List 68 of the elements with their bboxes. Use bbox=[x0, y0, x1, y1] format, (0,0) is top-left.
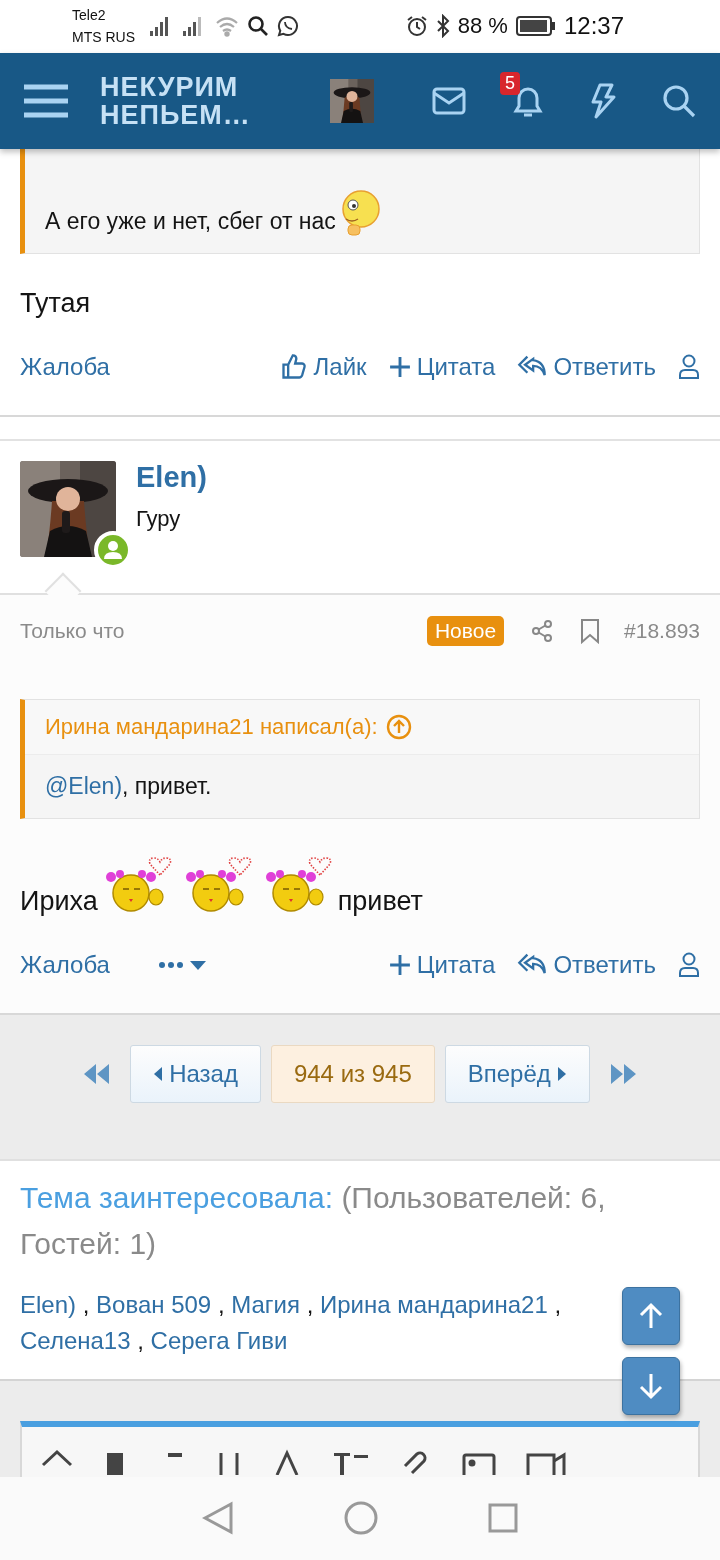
quote-link[interactable]: Цитата bbox=[388, 353, 496, 382]
author-name[interactable]: Elen) bbox=[136, 461, 207, 495]
user-link[interactable]: Ирина мандарина21 bbox=[320, 1290, 548, 1318]
battery-percent: 88 % bbox=[457, 13, 508, 40]
menu-icon[interactable] bbox=[24, 83, 68, 119]
user-link[interactable]: Вован 509 bbox=[96, 1290, 212, 1318]
post-time: Только что bbox=[20, 619, 125, 644]
search-icon bbox=[247, 15, 269, 38]
like-link[interactable]: Лайк bbox=[279, 353, 367, 382]
previous-page-button[interactable]: Назад bbox=[130, 1044, 261, 1103]
last-page-icon[interactable] bbox=[609, 1062, 638, 1085]
quote-link[interactable]: Цитата bbox=[388, 951, 496, 980]
current-page-button[interactable]: 944 из 945 bbox=[270, 1044, 435, 1103]
body-text: , привет. bbox=[122, 773, 212, 800]
plus-icon bbox=[388, 954, 411, 977]
recent-apps-icon[interactable] bbox=[488, 1503, 518, 1534]
arrow-up-icon bbox=[638, 1302, 664, 1330]
share-icon[interactable] bbox=[530, 619, 555, 644]
user-link[interactable]: Магия bbox=[231, 1290, 300, 1318]
user-icon[interactable] bbox=[678, 354, 700, 381]
mail-icon[interactable] bbox=[432, 87, 466, 115]
next-page-button[interactable]: Вперёд bbox=[444, 1044, 590, 1103]
new-badge: Новое bbox=[426, 616, 505, 647]
clock-time: 12:37 bbox=[563, 12, 624, 41]
body-text: А его уже и нет, сбег от нас bbox=[45, 208, 336, 235]
user-link[interactable]: Серега Гиви bbox=[150, 1326, 288, 1354]
back-icon[interactable] bbox=[202, 1501, 234, 1536]
home-icon[interactable] bbox=[344, 1501, 378, 1536]
thumbs-up-icon bbox=[279, 353, 308, 382]
interest-summary: Тема заинтересовала: (Пользователей: 6, Гостей: 1) bbox=[20, 1179, 607, 1262]
user-link[interactable]: Elen) bbox=[20, 1290, 77, 1318]
bookmark-icon[interactable] bbox=[580, 618, 601, 645]
first-page-icon[interactable] bbox=[82, 1062, 111, 1085]
post-number-link[interactable]: #18.893 bbox=[624, 619, 700, 644]
carrier-name: MTS RUS bbox=[72, 28, 135, 48]
bluetooth-icon bbox=[435, 14, 450, 39]
report-link[interactable]: Жалоба bbox=[20, 353, 110, 382]
caret-right-icon bbox=[556, 1065, 567, 1082]
signal-icon bbox=[149, 15, 171, 38]
separator-comma: , bbox=[217, 1290, 225, 1318]
mention-link[interactable]: @Elen) bbox=[45, 773, 123, 800]
report-link[interactable]: Жалоба bbox=[20, 951, 110, 980]
body-text: привет bbox=[337, 886, 423, 918]
separator-comma: , bbox=[82, 1290, 90, 1318]
site-logo[interactable]: НЕКУРИМ НЕПЬЕМ… bbox=[100, 73, 251, 129]
wifi-icon bbox=[215, 15, 239, 38]
search-icon[interactable] bbox=[662, 84, 696, 118]
separator-comma: , bbox=[306, 1290, 314, 1318]
battery-icon bbox=[515, 16, 556, 37]
notification-badge: 5 bbox=[500, 72, 520, 95]
plus-icon bbox=[388, 356, 411, 379]
user-link[interactable]: Селена13 bbox=[20, 1326, 131, 1354]
user-title: Гуру bbox=[136, 506, 182, 533]
lightning-icon[interactable] bbox=[590, 83, 616, 119]
body-text: Ириха bbox=[20, 886, 98, 918]
chat-bubble-icon bbox=[277, 15, 299, 38]
separator-comma: , bbox=[554, 1290, 562, 1318]
arrow-down-icon bbox=[638, 1372, 664, 1400]
reply-link[interactable]: Ответить bbox=[517, 951, 656, 980]
scroll-up-button[interactable] bbox=[622, 1287, 680, 1345]
scroll-down-button[interactable] bbox=[622, 1357, 680, 1415]
reply-link[interactable]: Ответить bbox=[517, 353, 656, 382]
body-text: Тутая bbox=[20, 288, 91, 320]
alarm-icon bbox=[405, 15, 428, 38]
separator-comma: , bbox=[137, 1326, 144, 1354]
caret-left-icon bbox=[153, 1065, 164, 1082]
user-icon[interactable] bbox=[678, 952, 700, 979]
carrier-name: Tele2 bbox=[72, 6, 107, 26]
